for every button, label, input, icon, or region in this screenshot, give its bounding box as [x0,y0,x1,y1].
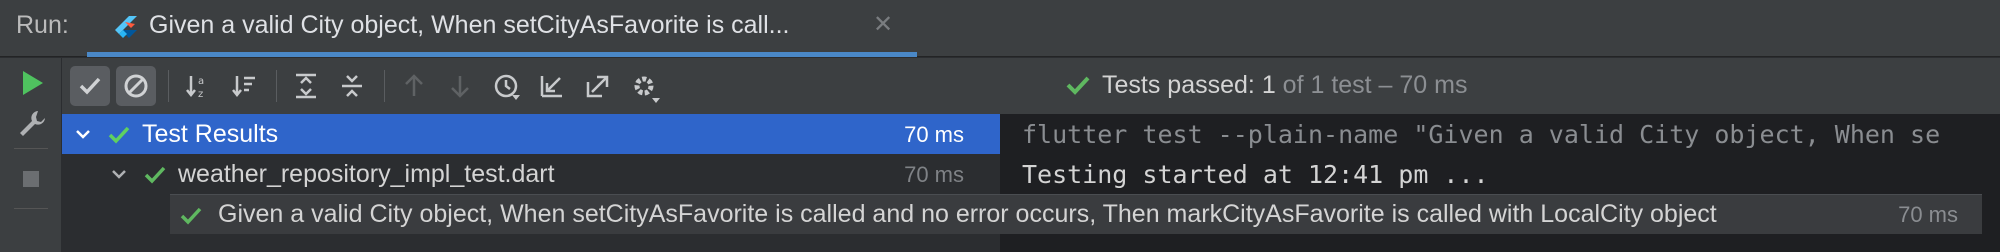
show-passed-icon[interactable] [70,66,110,106]
console-line: flutter test --plain-name "Given a valid… [1022,120,1941,149]
svg-text:z: z [198,89,203,100]
sort-alphabetically-icon[interactable]: az [178,66,218,106]
tree-row-duration: 70 ms [904,122,964,147]
chevron-down-icon[interactable] [110,165,128,183]
run-icon[interactable] [14,66,48,100]
settings-icon[interactable] [624,66,664,106]
wrench-icon[interactable] [14,106,48,140]
chevron-down-icon[interactable] [74,125,92,143]
tree-row-test-results[interactable]: Test Results 70 ms [62,114,1000,154]
tree-row-label: Given a valid City object, When setCityA… [218,200,1717,228]
status-count: 1 [1261,71,1276,99]
run-label: Run: [16,11,69,39]
active-tab-indicator [87,52,917,57]
status-detail: of 1 test – 70 ms [1282,71,1468,99]
tree-row-label: weather_repository_impl_test.dart [178,160,555,188]
stop-icon[interactable] [14,162,48,196]
flutter-icon [115,16,137,38]
check-icon [144,166,166,184]
side-toolbar-divider [14,148,48,149]
check-icon [108,126,130,144]
check-icon [180,207,202,225]
check-icon [1066,76,1090,95]
run-side-toolbar [0,58,62,252]
status-main-text: Tests passed: [1102,71,1255,99]
run-tool-window: Run: Given a valid City object, When set… [0,0,2000,252]
expand-all-icon[interactable] [286,66,326,106]
tree-row-duration: 70 ms [904,162,964,187]
sort-by-duration-icon[interactable] [224,66,264,106]
toolbar-divider [276,70,277,102]
test-status-summary: Tests passed: 1 of 1 test – 70 ms [1102,71,1468,100]
toolbar-divider [384,70,385,102]
previous-failed-icon[interactable] [394,66,434,106]
collapse-all-icon[interactable] [332,66,372,106]
run-tab-title: Given a valid City object, When setCityA… [149,11,790,39]
import-tests-icon[interactable] [532,66,572,106]
run-header: Run: Given a valid City object, When set… [0,0,2000,57]
close-icon[interactable]: ✕ [873,10,893,39]
toolbar-divider [168,70,169,102]
next-failed-icon[interactable] [440,66,480,106]
tree-row-test-file[interactable]: weather_repository_impl_test.dart 70 ms [62,154,1000,194]
side-toolbar-divider [14,208,48,209]
show-ignored-icon[interactable] [116,66,156,106]
tree-row-test-case[interactable]: Given a valid City object, When setCityA… [170,194,1982,234]
tree-row-label: Test Results [142,120,279,148]
test-runner-toolbar: az Tests passed: 1 of 1 test – 70 ms [62,58,2000,114]
run-configuration-tab[interactable]: Given a valid City object, When setCityA… [87,0,917,57]
tree-row-duration: 70 ms [1898,202,1958,227]
export-tests-icon[interactable] [578,66,618,106]
svg-text:a: a [198,76,204,87]
test-history-icon[interactable] [486,66,526,106]
console-line: Testing started at 12:41 pm ... [1022,160,1489,189]
